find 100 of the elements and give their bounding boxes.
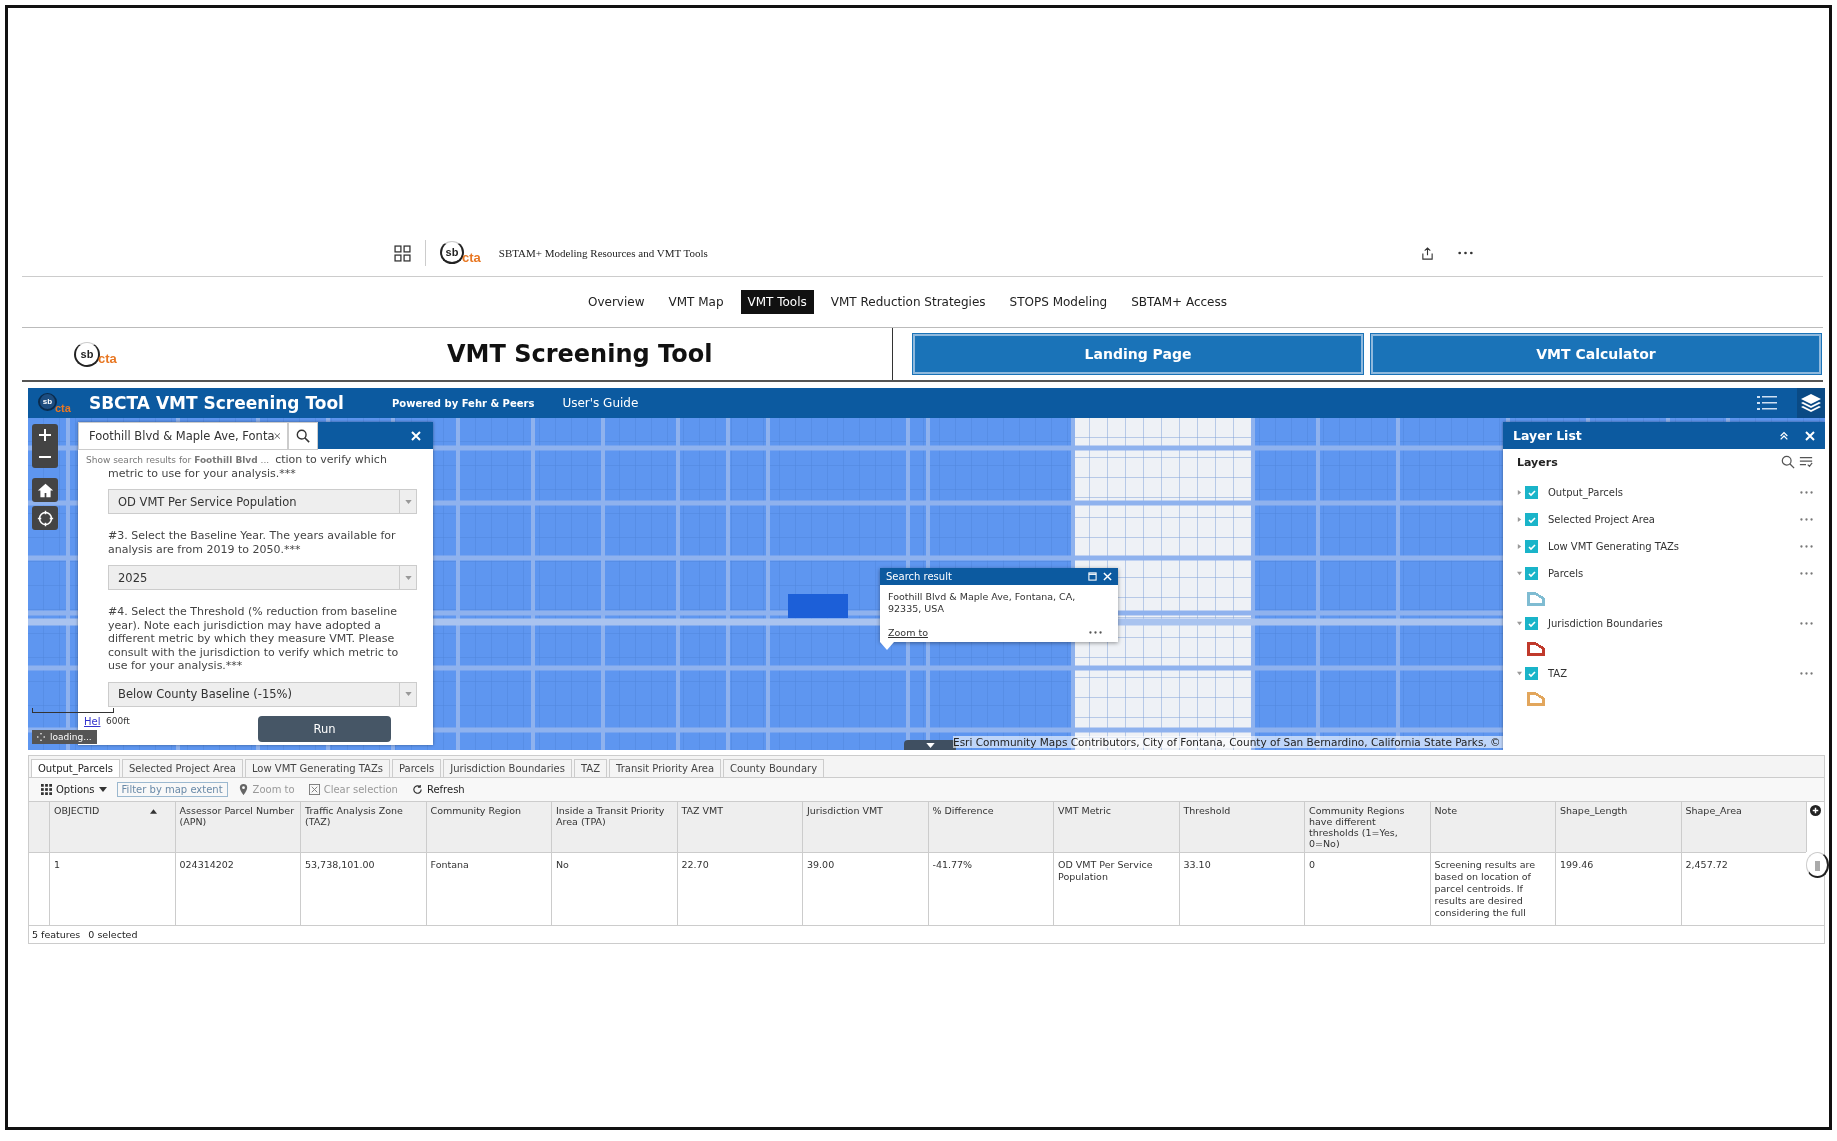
column-header[interactable]: % Difference [927, 802, 1053, 852]
check-icon [1526, 487, 1537, 498]
column-header[interactable]: Assessor Parcel Number (APN) [174, 802, 300, 852]
caret-icon [98, 787, 107, 792]
layer-name: TAZ [1548, 668, 1568, 679]
column-header[interactable]: Community Region [425, 802, 551, 852]
table-tab[interactable]: County Boundary [723, 759, 825, 777]
collapsed-caret-icon[interactable] [1517, 544, 1522, 549]
layer-name: Jurisdiction Boundaries [1548, 618, 1663, 629]
table-cell: 1 [49, 852, 175, 925]
table-tab[interactable]: Selected Project Area [122, 759, 243, 777]
run-button[interactable]: Run [258, 715, 391, 742]
column-header[interactable]: TAZ VMT [676, 802, 802, 852]
layer-checkbox[interactable] [1525, 513, 1538, 526]
expanded-caret-icon[interactable] [1517, 671, 1522, 676]
nav-button[interactable]: Landing Page [913, 334, 1363, 374]
expanded-caret-icon[interactable] [1517, 571, 1522, 576]
scrollbar-thumb[interactable] [1814, 861, 1820, 871]
check-icon [1526, 618, 1537, 629]
sort-ascending-icon[interactable] [149, 809, 157, 814]
table-tab[interactable]: Output_Parcels [31, 759, 120, 777]
layer-checkbox[interactable] [1525, 567, 1538, 580]
table-cell: No [551, 852, 677, 925]
table-tab[interactable]: TAZ [573, 759, 607, 777]
share-icon[interactable] [1421, 246, 1434, 260]
column-header[interactable]: Community Regions have different thresholds (1=Yes, 0=No) [1304, 802, 1430, 852]
layers-heading: Layers [1517, 455, 1558, 469]
locate-button[interactable] [32, 506, 58, 530]
column-header[interactable]: Shape_Area [1680, 802, 1806, 852]
refresh-icon [411, 784, 423, 795]
scale-label: 600ft [106, 716, 130, 726]
table-tab[interactable]: Jurisdiction Boundaries [443, 759, 572, 777]
table-cell: OD VMT Per Service Population [1053, 852, 1179, 925]
layer-name: Selected Project Area [1548, 514, 1655, 525]
column-label: Inside a Transit Priority Area (TPA) [556, 805, 666, 827]
collapsed-caret-icon[interactable] [1517, 490, 1522, 495]
column-header[interactable]: Threshold [1178, 802, 1304, 852]
expanded-caret-icon[interactable] [1517, 621, 1522, 626]
users-guide-link[interactable]: User's Guide [562, 396, 639, 410]
collapsed-caret-icon[interactable] [1517, 517, 1522, 522]
table-cell: Screening results are based on location of parcel centroids. If results are desired considering the full [1429, 852, 1555, 925]
nav-button[interactable]: VMT Calculator [1371, 334, 1821, 374]
column-header[interactable]: VMT Metric [1053, 802, 1179, 852]
column-header[interactable]: Note [1429, 802, 1555, 852]
column-header[interactable]: Jurisdiction VMT [802, 802, 928, 852]
dropdown[interactable]: OD VMT Per Service Population [108, 489, 417, 514]
close-icon[interactable] [1103, 572, 1112, 581]
home-button[interactable] [32, 478, 58, 502]
column-label: Community Regions have different thresholds (1=Yes, 0=No) [1309, 805, 1406, 849]
search-button[interactable] [288, 422, 318, 450]
nav-link[interactable]: VMT Tools [740, 290, 814, 314]
layer-checkbox[interactable] [1525, 667, 1538, 680]
more-icon[interactable] [1089, 631, 1102, 634]
toolbar-button[interactable]: Options [37, 783, 111, 796]
column-header[interactable]: OBJECTID [49, 802, 175, 852]
column-header[interactable]: Inside a Transit Priority Area (TPA) [551, 802, 677, 852]
caret-icon [404, 499, 412, 504]
column-label: Shape_Area [1685, 805, 1742, 816]
collapse-icon[interactable] [1779, 430, 1789, 441]
search-icon[interactable] [1781, 455, 1795, 469]
close-icon[interactable] [1805, 430, 1815, 441]
status-text: 0 selected [88, 929, 138, 940]
instruction-text: #3. Select the Baseline Year. The years available for analysis are from 2019 to 2050.*** [108, 529, 397, 556]
help-link[interactable]: Hel [84, 716, 101, 727]
more-icon[interactable] [1458, 251, 1473, 255]
zoom-to-link[interactable]: Zoom to [888, 627, 928, 638]
nav-link[interactable]: STOPS Modeling [1002, 290, 1115, 314]
table-tab[interactable]: Low VMT Generating TAZs [244, 759, 390, 777]
layers-button[interactable] [1797, 388, 1825, 418]
add-column-icon[interactable] [1810, 805, 1821, 816]
dropdown[interactable]: Below County Baseline (-15%) [108, 681, 417, 707]
table-cell: 024314202 [174, 852, 300, 925]
toolbar-button[interactable]: Filter by map extent [116, 782, 228, 797]
search-field[interactable]: Foothill Blvd & Maple Ave, Fonta [78, 422, 288, 450]
layer-checkbox[interactable] [1525, 617, 1538, 630]
toolbar-button[interactable]: Refresh [407, 783, 469, 796]
layer-checkbox[interactable] [1525, 486, 1538, 499]
table-tab[interactable]: Parcels [392, 759, 442, 777]
column-header[interactable]: Traffic Analysis Zone (TAZ) [300, 802, 426, 852]
layer-checkbox[interactable] [1525, 540, 1538, 553]
dropdown[interactable]: 2025 [108, 565, 417, 590]
apps-grid-icon[interactable] [394, 244, 411, 262]
column-header[interactable]: Shape_Length [1555, 802, 1681, 852]
powered-by-link[interactable]: Powered by Fehr & Peers [391, 397, 535, 409]
maximize-icon[interactable] [1088, 572, 1097, 581]
logo-name: cta [98, 350, 117, 366]
nav-link[interactable]: VMT Map [661, 290, 731, 314]
table-tab[interactable]: Transit Priority Area [609, 759, 722, 777]
close-icon[interactable] [411, 430, 421, 441]
nav-link[interactable]: VMT Reduction Strategies [823, 290, 993, 314]
nav-link[interactable]: Overview [581, 290, 652, 314]
legend-list-icon[interactable] [1757, 396, 1777, 410]
filter-list-icon[interactable] [1799, 455, 1813, 469]
collapse-table-button[interactable] [904, 740, 956, 750]
search-hint[interactable]: Show search results for Foothill Blvd ... [86, 455, 270, 465]
clear-icon[interactable] [274, 431, 281, 441]
status-text: 5 features [32, 929, 81, 940]
nav-link[interactable]: SBTAM+ Access [1124, 290, 1234, 314]
layers-icon [1801, 394, 1821, 412]
column-label: Traffic Analysis Zone (TAZ) [305, 805, 404, 827]
